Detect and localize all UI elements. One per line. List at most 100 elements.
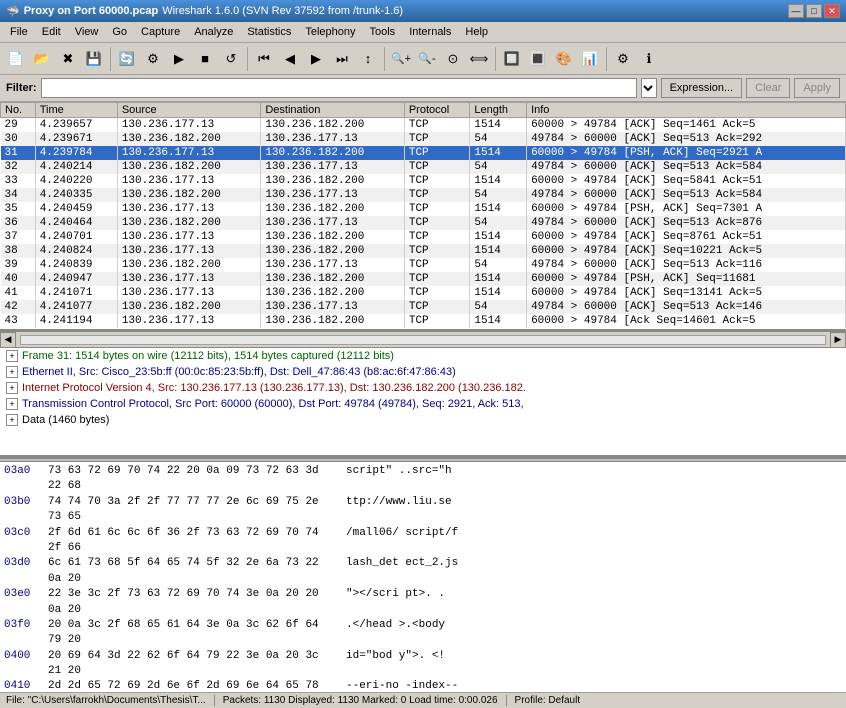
table-row[interactable]: 304.239671130.236.182.200130.236.177.13T… <box>1 132 846 146</box>
tb-restart-capture[interactable]: ↺ <box>219 47 243 71</box>
tb-next[interactable]: ▶ <box>304 47 328 71</box>
tb-close[interactable]: ✖ <box>56 47 80 71</box>
table-row[interactable]: 414.241071130.236.177.13130.236.182.200T… <box>1 286 846 300</box>
minimize-button[interactable]: — <box>788 4 804 18</box>
col-header-length: Length <box>470 103 527 118</box>
scroll-right-btn[interactable]: ▶ <box>830 332 846 348</box>
cell-no: 33 <box>1 174 36 188</box>
detail-row[interactable]: +Data (1460 bytes) <box>0 412 846 428</box>
cell-no: 38 <box>1 244 36 258</box>
apply-button[interactable]: Apply <box>794 78 840 98</box>
table-row[interactable]: 374.240701130.236.177.13130.236.182.200T… <box>1 230 846 244</box>
menu-item-internals[interactable]: Internals <box>403 24 457 40</box>
tb-stop-capture[interactable]: ■ <box>193 47 217 71</box>
tb-prefs[interactable]: ⚙ <box>611 47 635 71</box>
cell-source: 130.236.177.13 <box>117 146 261 160</box>
menubar: FileEditViewGoCaptureAnalyzeStatisticsTe… <box>0 22 846 43</box>
col-header-no: No. <box>1 103 36 118</box>
menu-item-edit[interactable]: Edit <box>36 24 67 40</box>
packet-details-pane: +Frame 31: 1514 bytes on wire (12112 bit… <box>0 348 846 458</box>
table-row[interactable]: 334.240220130.236.177.13130.236.182.200T… <box>1 174 846 188</box>
table-row[interactable]: 314.239784130.236.177.13130.236.182.200T… <box>1 146 846 160</box>
cell-length: 54 <box>470 132 527 146</box>
cell-destination: 130.236.182.200 <box>261 272 405 286</box>
menu-item-help[interactable]: Help <box>459 24 494 40</box>
tb-capture-filter[interactable]: 🔲 <box>500 47 524 71</box>
cell-info: 60000 > 49784 [PSH, ACK] Seq=7301 A <box>527 202 846 216</box>
expand-icon[interactable]: + <box>6 350 18 362</box>
packet-table: No.TimeSourceDestinationProtocolLengthIn… <box>0 102 846 328</box>
expand-icon[interactable]: + <box>6 366 18 378</box>
menu-item-view[interactable]: View <box>69 24 105 40</box>
maximize-button[interactable]: □ <box>806 4 822 18</box>
tb-sep5 <box>606 47 607 71</box>
tb-new[interactable]: 📄 <box>4 47 28 71</box>
tb-reload[interactable]: 🔄 <box>115 47 139 71</box>
cell-info: 60000 > 49784 [ACK] Seq=13141 Ack=5 <box>527 286 846 300</box>
detail-row[interactable]: +Frame 31: 1514 bytes on wire (12112 bit… <box>0 348 846 364</box>
scroll-track[interactable] <box>20 335 826 345</box>
table-row[interactable]: 324.240214130.236.182.200130.236.177.13T… <box>1 160 846 174</box>
table-row[interactable]: 354.240459130.236.177.13130.236.182.200T… <box>1 202 846 216</box>
tb-normal-size[interactable]: ⊙ <box>441 47 465 71</box>
clear-button[interactable]: Clear <box>746 78 790 98</box>
menu-item-capture[interactable]: Capture <box>135 24 186 40</box>
detail-row[interactable]: +Transmission Control Protocol, Src Port… <box>0 396 846 412</box>
table-row[interactable]: 404.240947130.236.177.13130.236.182.200T… <box>1 272 846 286</box>
packet-list-pane[interactable]: No.TimeSourceDestinationProtocolLengthIn… <box>0 102 846 332</box>
hex-bytes: 74 74 70 3a 2f 2f 77 77 77 2e 6c 69 75 2… <box>48 495 338 526</box>
cell-length: 54 <box>470 160 527 174</box>
app-version: Wireshark 1.6.0 (SVN Rev 37592 from /tru… <box>162 5 403 17</box>
tb-display-filter[interactable]: 🔳 <box>526 47 550 71</box>
filter-input[interactable] <box>41 78 637 98</box>
expand-icon[interactable]: + <box>6 382 18 394</box>
cell-destination: 130.236.182.200 <box>261 174 405 188</box>
expand-icon[interactable]: + <box>6 398 18 410</box>
menu-item-file[interactable]: File <box>4 24 34 40</box>
tb-auto-scroll[interactable]: 📊 <box>578 47 602 71</box>
table-row[interactable]: 384.240824130.236.177.13130.236.182.200T… <box>1 244 846 258</box>
menu-item-go[interactable]: Go <box>106 24 133 40</box>
cell-length: 1514 <box>470 244 527 258</box>
filter-dropdown[interactable] <box>641 78 657 98</box>
table-row[interactable]: 294.239657130.236.177.13130.236.182.200T… <box>1 118 846 133</box>
menu-item-statistics[interactable]: Statistics <box>241 24 297 40</box>
table-row[interactable]: 424.241077130.236.182.200130.236.177.13T… <box>1 300 846 314</box>
close-button[interactable]: ✕ <box>824 4 840 18</box>
tb-start-capture[interactable]: ▶ <box>167 47 191 71</box>
detail-row[interactable]: +Internet Protocol Version 4, Src: 130.2… <box>0 380 846 396</box>
tb-prev[interactable]: ◀ <box>278 47 302 71</box>
tb-goto[interactable]: ↕ <box>356 47 380 71</box>
tb-zoom-out[interactable]: 🔍- <box>415 47 439 71</box>
cell-protocol: TCP <box>404 146 470 160</box>
tb-resize[interactable]: ⟺ <box>467 47 491 71</box>
detail-row[interactable]: +Ethernet II, Src: Cisco_23:5b:ff (00:0c… <box>0 364 846 380</box>
tb-scroll-back[interactable]: ⏮ <box>252 47 276 71</box>
menu-item-analyze[interactable]: Analyze <box>188 24 239 40</box>
table-row[interactable]: 364.240464130.236.182.200130.236.177.13T… <box>1 216 846 230</box>
menu-item-tools[interactable]: Tools <box>364 24 402 40</box>
tb-open[interactable]: 📂 <box>30 47 54 71</box>
cell-time: 4.239657 <box>35 118 117 133</box>
tb-save[interactable]: 💾 <box>82 47 106 71</box>
expression-button[interactable]: Expression... <box>661 78 743 98</box>
table-row[interactable]: 344.240335130.236.182.200130.236.177.13T… <box>1 188 846 202</box>
cell-info: 49784 > 60000 [ACK] Seq=513 Ack=584 <box>527 188 846 202</box>
tb-colorize[interactable]: 🎨 <box>552 47 576 71</box>
tb-capture-options[interactable]: ⚙ <box>141 47 165 71</box>
scroll-left-btn[interactable]: ◀ <box>0 332 16 348</box>
cell-length: 1514 <box>470 174 527 188</box>
tb-about[interactable]: ℹ <box>637 47 661 71</box>
horizontal-scrollbar[interactable]: ◀ ▶ <box>0 332 846 348</box>
hex-dump-pane[interactable]: 03a073 63 72 69 70 74 22 20 0a 09 73 72 … <box>0 462 846 692</box>
table-row[interactable]: 434.241194130.236.177.13130.236.182.200T… <box>1 314 846 328</box>
expand-icon[interactable]: + <box>6 414 18 426</box>
tb-scroll-fwd[interactable]: ⏭ <box>330 47 354 71</box>
menu-item-telephony[interactable]: Telephony <box>299 24 361 40</box>
cell-length: 54 <box>470 188 527 202</box>
filterbar: Filter: Expression... Clear Apply <box>0 75 846 102</box>
col-header-protocol: Protocol <box>404 103 470 118</box>
hex-ascii: ttp://www.liu.se <box>346 495 452 526</box>
tb-zoom-in[interactable]: 🔍+ <box>389 47 413 71</box>
table-row[interactable]: 394.240839130.236.182.200130.236.177.13T… <box>1 258 846 272</box>
